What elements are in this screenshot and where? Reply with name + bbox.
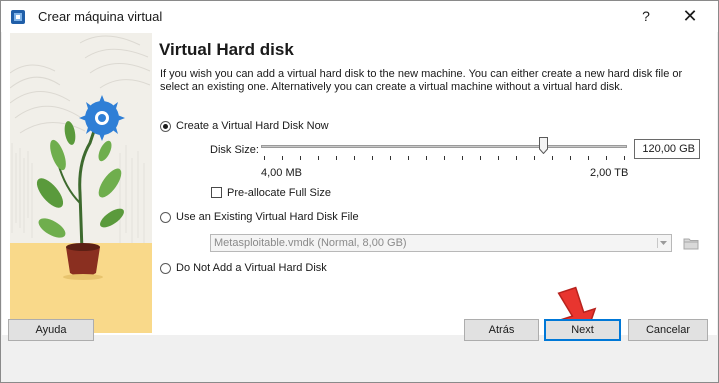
dialog-window: Crear máquina virtual ? ✕ Virtual Hard d… [0, 0, 719, 383]
virtualbox-icon [11, 10, 25, 24]
page-description: If you wish you can add a virtual hard d… [160, 68, 683, 93]
slider-tick [498, 156, 499, 160]
slider-tick [426, 156, 427, 160]
no-disk-radio[interactable] [160, 263, 171, 274]
cancel-button[interactable]: Cancelar [628, 319, 708, 341]
chevron-down-icon [657, 238, 667, 248]
slider-tick [300, 156, 301, 160]
slider-tick [444, 156, 445, 160]
next-button[interactable]: Next [544, 319, 621, 341]
help-title-button[interactable]: ? [626, 1, 666, 32]
slider-max-label: 2,00 TB [590, 167, 629, 179]
slider-tick [372, 156, 373, 160]
existing-disk-select[interactable]: Metasploitable.vmdk (Normal, 8,00 GB) [210, 234, 672, 252]
no-disk-label[interactable]: Do Not Add a Virtual Hard Disk [176, 262, 327, 274]
wizard-content: Virtual Hard disk If you wish you can ad… [2, 32, 717, 339]
page-title: Virtual Hard disk [159, 40, 294, 59]
slider-tick [570, 156, 571, 160]
slider-tick [264, 156, 265, 160]
slider-tick [354, 156, 355, 160]
disk-size-slider[interactable] [261, 145, 627, 148]
existing-disk-value: Metasploitable.vmdk (Normal, 8,00 GB) [214, 237, 407, 249]
slider-min-label: 4,00 MB [261, 167, 302, 179]
slider-tick [534, 156, 535, 160]
slider-tick [318, 156, 319, 160]
slider-tick [606, 156, 607, 160]
slider-tick [588, 156, 589, 160]
title-bar: Crear máquina virtual ? ✕ [1, 1, 718, 32]
wizard-illustration [10, 33, 152, 333]
slider-tick [408, 156, 409, 160]
existing-disk-radio[interactable] [160, 212, 171, 223]
slider-tick [336, 156, 337, 160]
create-disk-label[interactable]: Create a Virtual Hard Disk Now [176, 120, 329, 132]
back-button[interactable]: Atrás [464, 319, 539, 341]
close-button[interactable]: ✕ [668, 1, 712, 32]
slider-thumb[interactable] [538, 137, 548, 154]
window-title: Crear máquina virtual [38, 9, 163, 24]
slider-tick [516, 156, 517, 160]
slider-tick [390, 156, 391, 160]
folder-icon[interactable] [682, 234, 700, 252]
existing-disk-label[interactable]: Use an Existing Virtual Hard Disk File [176, 211, 359, 223]
disk-size-input[interactable]: 120,00 GB [634, 139, 700, 159]
preallocate-checkbox[interactable] [211, 187, 222, 198]
slider-tick [624, 156, 625, 160]
slider-tick [282, 156, 283, 160]
slider-tick [462, 156, 463, 160]
slider-tick [480, 156, 481, 160]
slider-tick [552, 156, 553, 160]
create-disk-radio[interactable] [160, 121, 171, 132]
disk-size-label: Disk Size: [210, 144, 259, 156]
help-button[interactable]: Ayuda [8, 319, 94, 341]
preallocate-label[interactable]: Pre-allocate Full Size [227, 187, 331, 199]
